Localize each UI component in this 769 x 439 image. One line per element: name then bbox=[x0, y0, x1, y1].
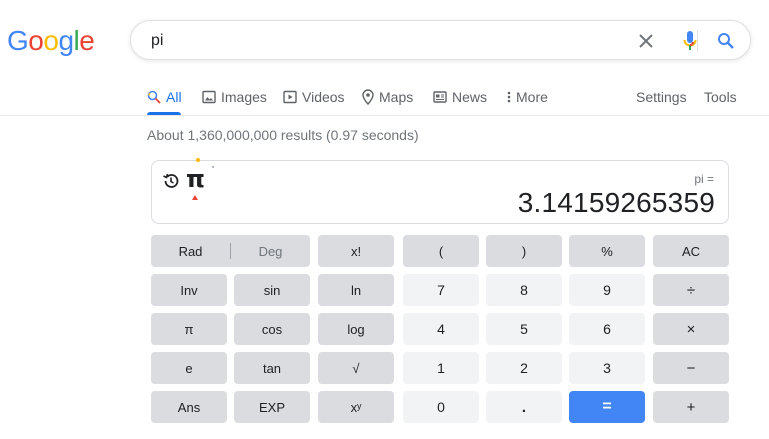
clear-icon[interactable] bbox=[635, 30, 657, 52]
decimal-button[interactable]: . bbox=[486, 391, 562, 423]
equals-button[interactable]: = bbox=[569, 391, 645, 423]
search-input[interactable] bbox=[149, 29, 613, 53]
settings-link[interactable]: Settings bbox=[636, 87, 687, 107]
tab-all[interactable]: All bbox=[147, 87, 182, 107]
sparkle-dot bbox=[196, 158, 200, 162]
cos-button[interactable]: cos bbox=[234, 313, 310, 345]
tab-images[interactable]: Images bbox=[202, 87, 267, 107]
header-divider bbox=[0, 115, 769, 116]
inverse-button[interactable]: Inv bbox=[151, 274, 227, 306]
exp-button[interactable]: EXP bbox=[234, 391, 310, 423]
power-button[interactable]: xʸ bbox=[318, 391, 394, 423]
all-clear-button[interactable]: AC bbox=[653, 235, 729, 267]
calculator-display: π pi = 3.14159265359 bbox=[151, 158, 729, 224]
log-button[interactable]: log bbox=[318, 313, 394, 345]
newspaper-icon bbox=[433, 91, 447, 103]
digit-9-button[interactable]: 9 bbox=[569, 274, 645, 306]
e-button[interactable]: e bbox=[151, 352, 227, 384]
tab-label: More bbox=[516, 89, 548, 105]
rad-button[interactable]: Rad bbox=[151, 235, 230, 267]
google-logo[interactable]: Google bbox=[7, 25, 95, 57]
tab-label: Maps bbox=[379, 89, 414, 105]
expression-text: pi = bbox=[694, 172, 714, 186]
tan-button[interactable]: tan bbox=[234, 352, 310, 384]
close-paren-button[interactable]: ) bbox=[486, 235, 562, 267]
digit-1-button[interactable]: 1 bbox=[403, 352, 479, 384]
multiply-button[interactable]: × bbox=[653, 313, 729, 345]
answer-button[interactable]: Ans bbox=[151, 391, 227, 423]
history-icon[interactable] bbox=[162, 172, 180, 190]
search-icon[interactable] bbox=[715, 30, 737, 52]
open-paren-button[interactable]: ( bbox=[403, 235, 479, 267]
tab-label: Videos bbox=[302, 89, 345, 105]
pi-symbol: π bbox=[186, 165, 205, 193]
image-icon bbox=[202, 90, 216, 104]
digit-2-button[interactable]: 2 bbox=[486, 352, 562, 384]
logo-letter: G bbox=[7, 25, 29, 56]
tools-link[interactable]: Tools bbox=[704, 87, 737, 107]
plus-button[interactable]: + bbox=[653, 391, 729, 423]
tab-label: All bbox=[166, 89, 182, 105]
digit-7-button[interactable]: 7 bbox=[403, 274, 479, 306]
tab-news[interactable]: News bbox=[433, 87, 487, 107]
tab-more[interactable]: More bbox=[507, 87, 548, 107]
sparkle-triangle bbox=[192, 195, 198, 200]
pi-button[interactable]: π bbox=[151, 313, 227, 345]
logo-letter: g bbox=[58, 25, 74, 56]
digit-3-button[interactable]: 3 bbox=[569, 352, 645, 384]
percent-button[interactable]: % bbox=[569, 235, 645, 267]
microphone-icon[interactable] bbox=[679, 30, 701, 52]
ln-button[interactable]: ln bbox=[318, 274, 394, 306]
divide-button[interactable]: ÷ bbox=[653, 274, 729, 306]
factorial-button[interactable]: x! bbox=[318, 235, 394, 267]
digit-4-button[interactable]: 4 bbox=[403, 313, 479, 345]
result-stats: About 1,360,000,000 results (0.97 second… bbox=[147, 127, 419, 143]
result-value: 3.14159265359 bbox=[517, 187, 715, 218]
rad-deg-toggle[interactable]: Rad Deg bbox=[151, 235, 310, 267]
sin-button[interactable]: sin bbox=[234, 274, 310, 306]
search-icon bbox=[147, 90, 161, 104]
play-icon bbox=[283, 90, 297, 104]
digit-0-button[interactable]: 0 bbox=[403, 391, 479, 423]
minus-button[interactable]: − bbox=[653, 352, 729, 384]
logo-letter: o bbox=[28, 25, 44, 56]
sqrt-button[interactable]: √ bbox=[318, 352, 394, 384]
digit-5-button[interactable]: 5 bbox=[486, 313, 562, 345]
tab-videos[interactable]: Videos bbox=[283, 87, 345, 107]
digit-6-button[interactable]: 6 bbox=[569, 313, 645, 345]
tab-maps[interactable]: Maps bbox=[362, 87, 413, 107]
more-vert-icon bbox=[507, 90, 511, 104]
logo-letter: e bbox=[79, 25, 95, 56]
tab-label: News bbox=[452, 89, 488, 105]
logo-letter: o bbox=[43, 25, 59, 56]
location-pin-icon bbox=[362, 89, 374, 105]
digit-8-button[interactable]: 8 bbox=[486, 274, 562, 306]
deg-button[interactable]: Deg bbox=[231, 235, 310, 267]
sparkle-dot bbox=[212, 166, 214, 168]
search-tabs: All Images Videos Maps News More Setting… bbox=[0, 84, 769, 115]
search-box[interactable] bbox=[130, 20, 751, 60]
tab-label: Images bbox=[221, 89, 267, 105]
